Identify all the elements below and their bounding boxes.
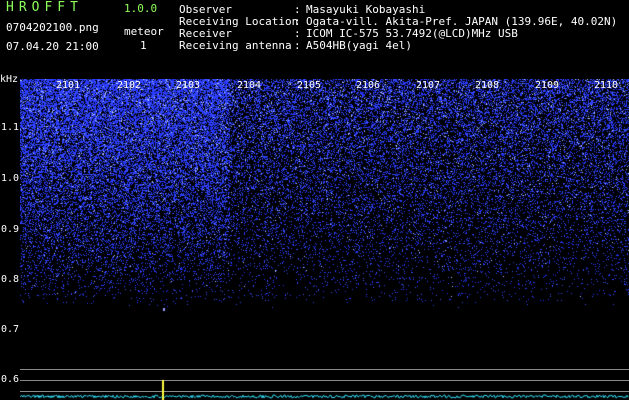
y-tick-label: 0.8 bbox=[1, 274, 20, 285]
info-value-antenna: A504HB(yagi 4el) bbox=[306, 39, 412, 52]
datetime-label: 07.04.20 21:00 bbox=[6, 40, 99, 53]
y-tick-label: 1.0 bbox=[1, 173, 20, 184]
amplitude-trace bbox=[20, 378, 629, 400]
y-axis-unit: kHz bbox=[0, 74, 19, 85]
y-tick-label: 0.9 bbox=[1, 224, 20, 235]
time-label: 2106 bbox=[356, 80, 381, 91]
y-tick-label: 0.7 bbox=[1, 324, 20, 335]
filename-label: 0704202100.png bbox=[6, 21, 99, 34]
y-tick-label: 0.6 bbox=[1, 374, 20, 385]
time-label: 2110 bbox=[594, 80, 619, 91]
spectrogram bbox=[20, 79, 629, 377]
time-label: 2105 bbox=[297, 80, 322, 91]
meteor-label: meteor bbox=[124, 25, 164, 38]
meteor-count: 1 bbox=[140, 39, 147, 52]
time-label: 2108 bbox=[475, 80, 500, 91]
version-label: 1.0.0 bbox=[124, 2, 158, 15]
time-label: 2104 bbox=[237, 80, 262, 91]
time-label: 2107 bbox=[416, 80, 441, 91]
separator-line bbox=[20, 369, 629, 370]
info-key-antenna: Receiving antenna bbox=[179, 39, 292, 52]
info-separator: : bbox=[294, 39, 301, 52]
time-label: 2101 bbox=[56, 80, 81, 91]
time-label: 2109 bbox=[535, 80, 560, 91]
time-label: 2103 bbox=[176, 80, 201, 91]
y-tick-label: 1.1 bbox=[1, 122, 20, 133]
app-title: HROFFT bbox=[6, 0, 83, 15]
time-label: 2102 bbox=[117, 80, 142, 91]
